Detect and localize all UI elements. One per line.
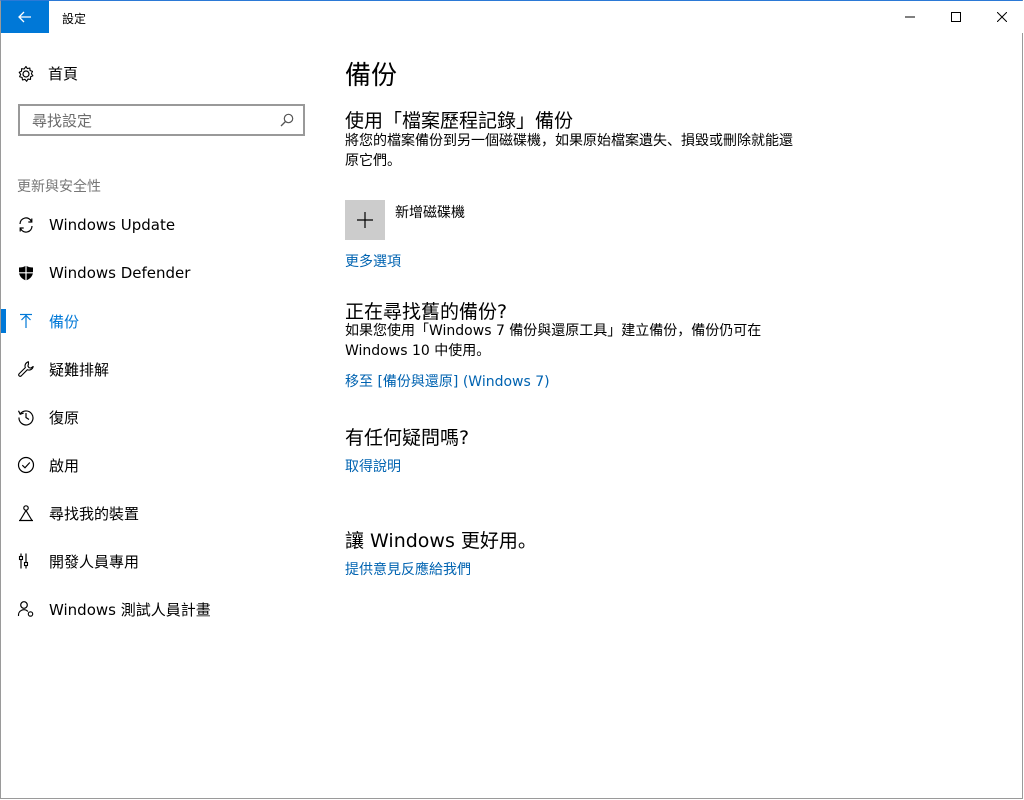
upload-arrow-icon bbox=[17, 312, 35, 330]
sidebar-item-for-developers[interactable]: 開發人員專用 bbox=[1, 537, 321, 585]
add-drive-button[interactable]: 新增磁碟機 bbox=[345, 200, 465, 240]
title-bar: 設定 bbox=[1, 1, 1023, 33]
add-drive-label: 新增磁碟機 bbox=[395, 205, 465, 221]
questions-heading: 有任何疑問嗎? bbox=[345, 427, 470, 449]
sidebar-item-windows-insider[interactable]: Windows 測試人員計畫 bbox=[1, 585, 321, 633]
plus-icon bbox=[357, 212, 373, 228]
close-icon bbox=[997, 12, 1007, 22]
sidebar-item-windows-defender[interactable]: Windows Defender bbox=[1, 249, 321, 297]
sidebar-item-label: 尋找我的裝置 bbox=[49, 504, 140, 523]
sidebar-item-label: 啟用 bbox=[49, 456, 80, 475]
minimize-button[interactable] bbox=[887, 1, 933, 33]
section-label: 更新與安全性 bbox=[17, 179, 101, 195]
search-input[interactable]: 尋找設定 bbox=[32, 110, 271, 131]
search-button[interactable] bbox=[271, 113, 303, 127]
give-feedback-link[interactable]: 提供意見反應給我們 bbox=[345, 559, 471, 579]
back-button[interactable] bbox=[1, 1, 49, 33]
window-title: 設定 bbox=[62, 12, 87, 26]
add-drive-tile bbox=[345, 200, 385, 240]
search-icon bbox=[280, 113, 294, 127]
older-backup-heading: 正在尋找舊的備份? bbox=[345, 301, 508, 323]
close-button[interactable] bbox=[979, 1, 1024, 33]
sidebar-item-activation[interactable]: 啟用 bbox=[1, 441, 321, 489]
page-title: 備份 bbox=[345, 61, 398, 91]
sidebar-item-label: 開發人員專用 bbox=[49, 552, 140, 571]
more-options-link[interactable]: 更多選項 bbox=[345, 251, 401, 271]
checkmark-circle-icon bbox=[17, 456, 35, 474]
wrench-icon bbox=[17, 360, 35, 378]
sidebar-item-label: 備份 bbox=[49, 312, 80, 331]
sidebar-item-label: Windows Defender bbox=[49, 264, 191, 282]
home-label: 首頁 bbox=[48, 65, 79, 83]
file-history-description: 將您的檔案備份到另一個磁碟機，如果原始檔案遺失、損毀或刪除就能還原它們。 bbox=[345, 133, 793, 169]
selection-indicator bbox=[1, 309, 6, 333]
gear-icon bbox=[18, 65, 34, 82]
settings-window: 設定 首頁 尋找設定 更新與安全性 Windows Update Windows… bbox=[0, 0, 1023, 799]
sidebar-item-label: 疑難排解 bbox=[49, 360, 110, 379]
sidebar-item-label: Windows 測試人員計畫 bbox=[49, 600, 211, 619]
sidebar-item-label: 復原 bbox=[49, 408, 80, 427]
minimize-icon bbox=[905, 16, 915, 18]
sidebar-item-windows-update[interactable]: Windows Update bbox=[1, 201, 321, 249]
insider-icon bbox=[17, 600, 35, 618]
sync-icon bbox=[17, 216, 35, 234]
maximize-icon bbox=[951, 12, 961, 22]
feedback-heading: 讓 Windows 更好用。 bbox=[345, 530, 537, 552]
back-arrow-icon bbox=[18, 11, 31, 23]
sidebar-item-find-my-device[interactable]: 尋找我的裝置 bbox=[1, 489, 321, 537]
shield-icon bbox=[17, 264, 35, 282]
home-link[interactable]: 首頁 bbox=[17, 63, 78, 84]
developer-tools-icon bbox=[17, 552, 35, 570]
sidebar: 首頁 尋找設定 更新與安全性 Windows Update Windows De… bbox=[1, 33, 321, 799]
get-help-link[interactable]: 取得說明 bbox=[345, 456, 401, 476]
sidebar-item-recovery[interactable]: 復原 bbox=[1, 393, 321, 441]
history-icon bbox=[17, 408, 35, 426]
search-settings-box[interactable]: 尋找設定 bbox=[18, 104, 305, 136]
maximize-button[interactable] bbox=[933, 1, 979, 33]
sidebar-item-troubleshoot[interactable]: 疑難排解 bbox=[1, 345, 321, 393]
backup-restore-win7-link[interactable]: 移至 [備份與還原] (Windows 7) bbox=[345, 371, 550, 391]
file-history-heading: 使用「檔案歷程記錄」備份 bbox=[345, 110, 574, 132]
sidebar-nav: Windows Update Windows Defender 備份 疑難排解 … bbox=[1, 201, 321, 633]
find-device-icon bbox=[17, 504, 35, 522]
sidebar-item-label: Windows Update bbox=[49, 216, 176, 234]
sidebar-item-backup[interactable]: 備份 bbox=[1, 297, 321, 345]
older-backup-description: 如果您使用「Windows 7 備份與還原工具」建立備份，備份仍可在 Windo… bbox=[345, 323, 762, 359]
